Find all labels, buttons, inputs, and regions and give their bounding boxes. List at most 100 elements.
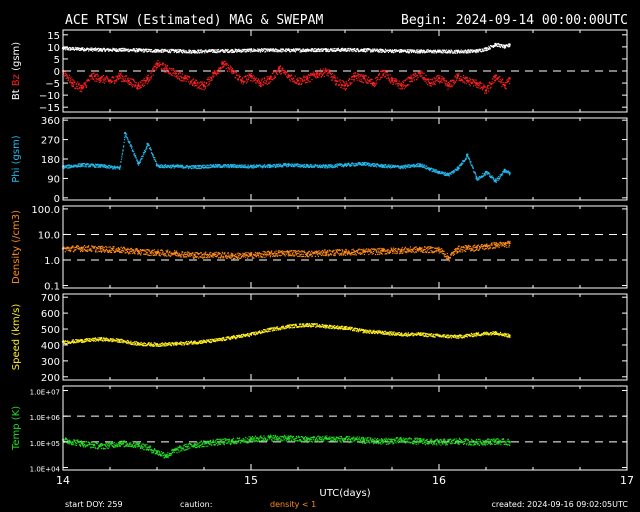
- scatter-point: [130, 247, 132, 249]
- scatter-point: [297, 77, 299, 79]
- scatter-point: [379, 51, 381, 53]
- scatter-point: [247, 78, 249, 81]
- scatter-point: [157, 51, 159, 53]
- scatter-point: [433, 82, 436, 85]
- scatter-point: [272, 72, 274, 74]
- scatter-point: [475, 79, 477, 81]
- scatter-point: [143, 153, 145, 155]
- scatter-point: [295, 253, 297, 255]
- scatter-point: [275, 253, 278, 255]
- scatter-point: [217, 72, 220, 74]
- scatter-point: [302, 48, 305, 50]
- scatter-point: [116, 248, 118, 250]
- scatter-point: [246, 252, 248, 254]
- scatter-point: [345, 87, 348, 90]
- scatter-point: [353, 80, 355, 82]
- scatter-point: [275, 250, 277, 252]
- scatter-point: [300, 253, 303, 255]
- scatter-point: [214, 71, 217, 73]
- scatter-point: [411, 80, 414, 83]
- scatter-point: [195, 51, 198, 53]
- scatter-point: [173, 167, 175, 169]
- scatter-point: [136, 159, 138, 161]
- scatter-point: [371, 78, 373, 81]
- scatter-point: [168, 67, 171, 70]
- data-point-phi-7: [155, 164, 159, 167]
- scatter-point: [486, 92, 488, 94]
- scatter-point: [479, 85, 481, 87]
- scatter-point: [126, 250, 129, 253]
- scatter-point: [264, 78, 266, 80]
- scatter-point: [182, 80, 184, 82]
- scatter-point: [435, 77, 437, 79]
- scatter-point: [298, 82, 301, 84]
- scatter-point: [282, 253, 285, 255]
- scatter-point: [254, 251, 257, 254]
- scatter-point: [224, 51, 226, 54]
- scatter-point: [140, 86, 143, 88]
- scatter-point: [211, 78, 213, 80]
- scatter-point: [180, 256, 182, 258]
- scatter-point: [366, 78, 368, 80]
- scatter-point: [65, 49, 67, 51]
- scatter-point: [202, 164, 204, 166]
- scatter-point: [356, 252, 358, 254]
- scatter-point: [267, 50, 269, 52]
- scatter-point: [401, 82, 403, 85]
- scatter-point: [127, 82, 129, 84]
- scatter-point: [70, 76, 72, 78]
- data-point-bz-9: [146, 77, 149, 80]
- scatter-point: [166, 250, 169, 252]
- scatter-point: [486, 87, 488, 89]
- scatter-point: [434, 78, 436, 80]
- scatter-point: [495, 181, 498, 183]
- scatter-point: [245, 256, 247, 258]
- scatter-point: [128, 251, 130, 254]
- scatter-point: [104, 250, 107, 252]
- scatter-point: [321, 249, 324, 252]
- data-point-bt-14: [325, 48, 328, 51]
- scatter-point: [158, 252, 160, 254]
- scatter-point: [319, 253, 322, 255]
- scatter-point: [116, 165, 119, 168]
- scatter-point: [410, 74, 412, 76]
- data-point-bz-44: [475, 81, 478, 85]
- scatter-point: [362, 74, 364, 76]
- scatter-point: [122, 150, 124, 152]
- scatter-point: [298, 252, 300, 255]
- data-point-bz-17: [221, 62, 224, 65]
- scatter-point: [357, 248, 359, 250]
- scatter-point: [152, 249, 154, 252]
- data-point-bz-40: [437, 77, 441, 80]
- scatter-point: [115, 168, 117, 170]
- scatter-point: [191, 51, 193, 54]
- scatter-point: [195, 79, 198, 81]
- scatter-point: [165, 70, 168, 73]
- scatter-point: [264, 251, 266, 253]
- scatter-point: [500, 80, 503, 82]
- scatter-point: [149, 51, 152, 53]
- scatter-point: [200, 49, 202, 51]
- scatter-point: [284, 255, 286, 257]
- scatter-point: [472, 82, 474, 84]
- scatter-point: [264, 79, 266, 82]
- scatter-point: [328, 167, 330, 169]
- data-point-bz-31: [353, 74, 356, 78]
- scatter-point: [103, 48, 106, 50]
- scatter-point: [77, 245, 80, 248]
- scatter-point: [297, 255, 299, 258]
- data-point-bt-24: [494, 42, 497, 46]
- scatter-point: [73, 84, 75, 86]
- scatter-point: [181, 253, 183, 255]
- scatter-point: [227, 64, 230, 66]
- scatter-point: [462, 162, 464, 164]
- scatter-point: [502, 81, 504, 84]
- scatter-point: [234, 253, 237, 255]
- scatter-point: [185, 50, 187, 52]
- scatter-point: [127, 253, 130, 255]
- scatter-point: [450, 84, 452, 86]
- scatter-point: [499, 78, 501, 80]
- scatter-point: [123, 141, 125, 144]
- scatter-point: [204, 52, 206, 54]
- scatter-point: [355, 72, 357, 74]
